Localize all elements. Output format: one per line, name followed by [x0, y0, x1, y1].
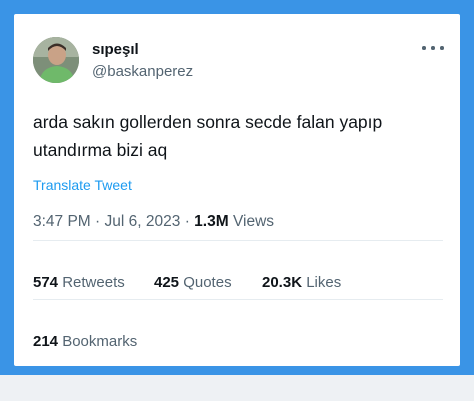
- retweets-count: 574: [33, 274, 59, 291]
- tweet-text-line: arda sakın gollerden sonra secde falan y…: [33, 112, 383, 132]
- tweet-text: arda sakın gollerden sonra secde falan y…: [33, 108, 443, 164]
- tweet-date[interactable]: Jul 6, 2023: [105, 213, 181, 230]
- views-count: 1.3M: [194, 213, 229, 230]
- meta-separator: ·: [95, 213, 101, 230]
- divider: [33, 240, 443, 241]
- tweet-text-line: utandırma bizi aq: [33, 140, 168, 160]
- avatar[interactable]: [33, 37, 79, 83]
- quotes-label: Quotes: [183, 274, 232, 291]
- bookmarks-stat[interactable]: 214 Bookmarks: [33, 333, 137, 350]
- display-name[interactable]: sıpeşıl: [92, 41, 139, 58]
- tweet-card: sıpeşıl @baskanperez arda sakın gollerde…: [14, 14, 460, 366]
- likes-stat[interactable]: 20.3K Likes: [262, 274, 341, 291]
- bookmarks-count: 214: [33, 333, 59, 350]
- divider: [33, 299, 443, 300]
- meta-separator: ·: [184, 213, 190, 230]
- user-handle[interactable]: @baskanperez: [92, 63, 193, 80]
- tweet-meta: 3:47 PM · Jul 6, 2023 · 1.3M Views: [33, 213, 274, 231]
- tweet-time[interactable]: 3:47 PM: [33, 213, 91, 230]
- quotes-count: 425: [154, 274, 180, 291]
- retweets-label: Retweets: [62, 274, 125, 291]
- views-label: Views: [232, 213, 275, 230]
- likes-label: Likes: [306, 274, 342, 291]
- retweets-stat[interactable]: 574 Retweets: [33, 274, 125, 291]
- quotes-stat[interactable]: 425 Quotes: [154, 274, 232, 291]
- translate-tweet-link[interactable]: Translate Tweet: [33, 177, 132, 193]
- bookmarks-label: Bookmarks: [62, 333, 138, 350]
- likes-count: 20.3K: [262, 274, 303, 291]
- more-icon[interactable]: [422, 40, 444, 56]
